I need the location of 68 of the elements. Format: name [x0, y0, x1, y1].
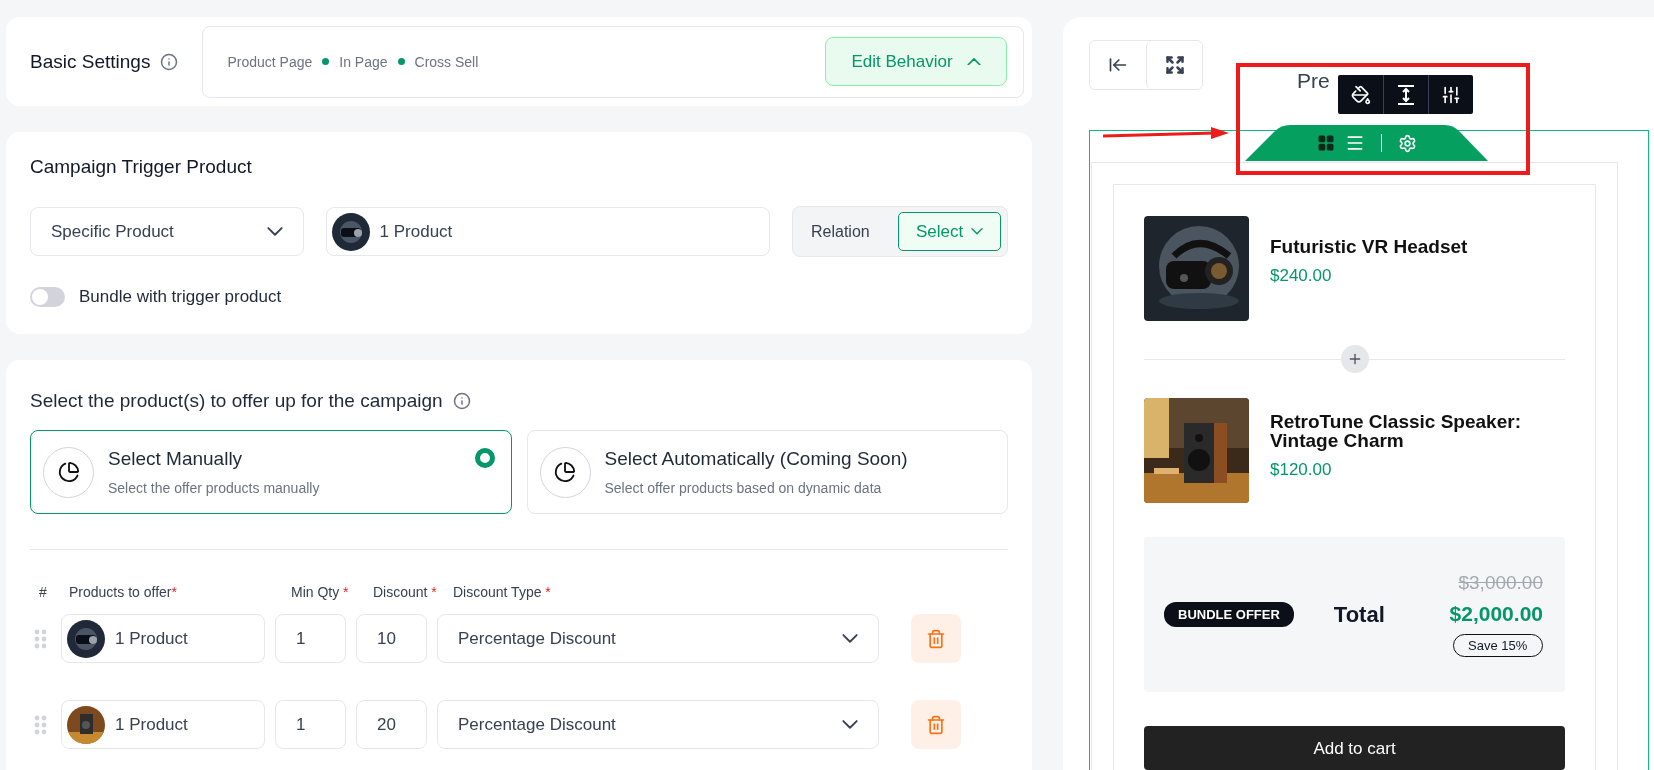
- product-field[interactable]: 1 Product: [325, 207, 770, 256]
- breadcrumb-item: In Page: [339, 53, 388, 70]
- option-title: Select Manually: [108, 448, 244, 470]
- separator-dot: [322, 58, 330, 65]
- add-product-button[interactable]: [1340, 345, 1369, 373]
- spacing-icon: [1396, 83, 1416, 106]
- chevron-icon: [842, 634, 858, 643]
- chevron-icon: [966, 57, 981, 66]
- drag-handle-icon[interactable]: [34, 628, 48, 649]
- breadcrumb-item: Cross Sell: [414, 53, 479, 70]
- expand-icon: [1164, 55, 1185, 75]
- trash-icon: [926, 714, 946, 735]
- option-description: Select the offer products manually: [108, 480, 320, 496]
- paint-bucket-icon: [1350, 84, 1371, 105]
- section-title: Select the product(s) to offer up for the campaign: [30, 390, 443, 412]
- chevron-icon: [266, 227, 283, 236]
- discount-type-select[interactable]: Percentage Discount: [437, 614, 879, 663]
- settings-button[interactable]: [1397, 133, 1417, 153]
- option-description: Select offer products based on dynamic data: [604, 480, 883, 496]
- discount-field[interactable]: 20: [356, 700, 427, 749]
- column-header: Discount Type *: [453, 584, 552, 600]
- drag-handle-icon[interactable]: [34, 714, 48, 735]
- settings-icon: [1397, 133, 1417, 153]
- bundle-badge: BUNDLE OFFER: [1164, 602, 1294, 627]
- chevron-icon: [971, 228, 984, 235]
- column-header: Min Qty *: [291, 584, 350, 600]
- product-name: RetroTune Classic Speaker: Vintage Charm: [1270, 412, 1522, 450]
- min-qty-field[interactable]: 1: [275, 614, 346, 663]
- total-label: Total: [1333, 601, 1386, 628]
- column-header: #: [39, 584, 48, 600]
- radio-button[interactable]: [474, 448, 495, 468]
- add-to-cart-button[interactable]: Add to cart: [1144, 726, 1565, 770]
- column-header: Discount *: [373, 584, 438, 600]
- delete-button[interactable]: [911, 614, 961, 663]
- product-price: $240.00: [1270, 266, 1333, 286]
- relation-label: Relation: [811, 222, 870, 241]
- breadcrumb-item: Product Page: [227, 53, 313, 70]
- discount-field[interactable]: 10: [356, 614, 427, 663]
- trash-icon: [926, 628, 946, 649]
- delete-button[interactable]: [911, 700, 961, 749]
- relation-select[interactable]: Select: [898, 212, 1001, 251]
- preview-title: Pre: [1297, 69, 1330, 93]
- separator-dot: [397, 58, 405, 65]
- option-title: Select Automatically (Coming Soon): [604, 448, 908, 470]
- info-icon[interactable]: [160, 52, 179, 71]
- discount-type-select[interactable]: Percentage Discount: [437, 700, 879, 749]
- selection-option[interactable]: Select Manually Select the offer products manually: [30, 430, 512, 514]
- product-field[interactable]: 1 Product: [61, 614, 265, 663]
- original-price: $3,000.00: [1458, 572, 1543, 594]
- section-title: Campaign Trigger Product: [30, 156, 253, 178]
- bundle-toggle[interactable]: [30, 287, 65, 307]
- column-header: Products to offer*: [69, 584, 178, 600]
- min-qty-field[interactable]: 1: [275, 700, 346, 749]
- product-type-select[interactable]: Specific Product: [30, 207, 304, 256]
- chevron-icon: [842, 720, 858, 729]
- grid-icon: [1316, 134, 1335, 152]
- info-icon[interactable]: [452, 392, 471, 410]
- product-field[interactable]: 1 Product: [61, 700, 265, 749]
- sliders-icon: [1441, 84, 1461, 105]
- product-name: Futuristic VR Headset: [1270, 237, 1468, 256]
- section-title: Basic Settings: [30, 50, 151, 73]
- grid-view-button[interactable]: [1316, 134, 1335, 152]
- edit-behavior-button[interactable]: Edit Behavior: [825, 37, 1007, 86]
- selection-option[interactable]: Select Automatically (Coming Soon) Select offer products based on dynamic data: [526, 430, 1008, 514]
- arrow-left-to-line-icon: [1108, 55, 1128, 75]
- toggle-label: Bundle with trigger product: [79, 287, 282, 307]
- product-price: $120.00: [1270, 460, 1333, 480]
- bundle-price: $2,000.00: [1449, 602, 1543, 626]
